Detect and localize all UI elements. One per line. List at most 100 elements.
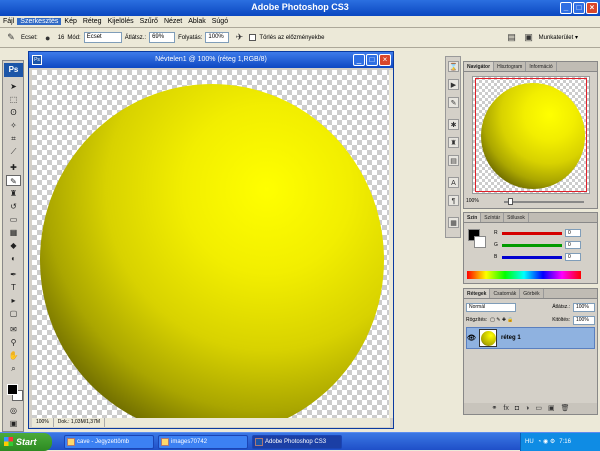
- shape-tool-icon[interactable]: ▢: [6, 308, 21, 319]
- foreground-color-swatch[interactable]: [7, 384, 18, 395]
- eye-icon[interactable]: 👁: [467, 334, 476, 342]
- tab-layers[interactable]: Rétegek: [464, 289, 491, 298]
- navigator-view-box[interactable]: [475, 78, 587, 192]
- tab-histogram[interactable]: Hisztogram: [494, 62, 527, 71]
- document-info[interactable]: Dok.: 1,03M/1,37M: [54, 418, 106, 427]
- task-photoshop[interactable]: Adobe Photoshop CS3: [252, 435, 342, 449]
- move-tool-icon[interactable]: ➤: [6, 81, 21, 92]
- navigator-zoom-slider[interactable]: [504, 201, 584, 203]
- layer-row[interactable]: 👁 réteg 1: [466, 327, 595, 349]
- vertical-scrollbar[interactable]: [389, 70, 393, 418]
- lasso-tool-icon[interactable]: ʘ: [6, 107, 21, 118]
- navigator-zoom[interactable]: 100%: [466, 198, 479, 204]
- marquee-tool-icon[interactable]: ⬚: [6, 94, 21, 105]
- red-slider[interactable]: [502, 231, 562, 235]
- navigator-slider-handle[interactable]: [508, 198, 513, 205]
- brush-tool-icon[interactable]: ✎: [4, 31, 18, 45]
- layer-opacity-field[interactable]: 100%: [573, 302, 595, 312]
- maximize-icon[interactable]: □: [573, 2, 585, 14]
- paragraph-panel-icon[interactable]: ¶: [448, 195, 459, 206]
- flow-field[interactable]: 100%: [205, 32, 230, 43]
- tab-navigator[interactable]: Navigátor: [464, 62, 495, 71]
- new-group-icon[interactable]: ▭: [535, 403, 542, 414]
- clock[interactable]: 7:16: [559, 433, 571, 451]
- magic-wand-icon[interactable]: ✧: [6, 120, 21, 131]
- tab-info[interactable]: Információ: [526, 62, 557, 71]
- start-button[interactable]: Start: [0, 433, 52, 451]
- color-background-swatch[interactable]: [474, 236, 486, 248]
- brushes-panel-icon[interactable]: ✱: [448, 119, 459, 130]
- quick-mask-icon[interactable]: ◎: [6, 405, 21, 416]
- blend-mode-select[interactable]: Normál: [466, 302, 516, 312]
- task-notepad[interactable]: cave - Jegyzettömb: [64, 435, 154, 449]
- tool-presets-icon[interactable]: ✎: [448, 97, 459, 108]
- lock-icons[interactable]: ▢ ✎ ✚ 🔒: [490, 317, 514, 323]
- menu-select[interactable]: Kijelölés: [105, 18, 137, 25]
- green-slider[interactable]: [502, 243, 562, 247]
- tab-swatches[interactable]: Színtár: [481, 213, 505, 222]
- notes-tool-icon[interactable]: ✉: [6, 324, 21, 335]
- slice-tool-icon[interactable]: ⟋: [6, 146, 21, 157]
- airbrush-icon[interactable]: ✈: [232, 31, 246, 45]
- blur-tool-icon[interactable]: ◆: [6, 240, 21, 251]
- type-tool-icon[interactable]: T: [6, 282, 21, 293]
- bridge-icon[interactable]: ▣: [522, 31, 536, 45]
- tab-channels[interactable]: Csatornák: [490, 289, 521, 298]
- menu-window[interactable]: Ablak: [185, 18, 209, 25]
- path-select-icon[interactable]: ▸: [6, 295, 21, 306]
- comps-panel-icon[interactable]: ▤: [448, 155, 459, 166]
- new-layer-icon[interactable]: ▣: [548, 403, 555, 414]
- palette-icon[interactable]: ▤: [505, 31, 519, 45]
- tab-curves[interactable]: Görbék: [520, 289, 544, 298]
- menu-image[interactable]: Kép: [61, 18, 79, 25]
- tab-color[interactable]: Szín: [464, 213, 482, 222]
- language-indicator[interactable]: HU: [525, 433, 534, 451]
- doc-close-icon[interactable]: ×: [379, 54, 391, 66]
- screen-mode-icon[interactable]: ▣: [6, 418, 21, 429]
- red-value[interactable]: 0: [565, 229, 581, 237]
- fill-field[interactable]: 100%: [573, 315, 595, 325]
- menu-filter[interactable]: Szűrő: [137, 18, 161, 25]
- zoom-tool-icon[interactable]: ⌕: [6, 363, 21, 374]
- blue-slider[interactable]: [502, 255, 562, 259]
- menu-layer[interactable]: Réteg: [80, 18, 105, 25]
- adjustment-layer-icon[interactable]: ◑: [525, 403, 529, 414]
- menu-file[interactable]: Fájl: [0, 18, 17, 25]
- menu-view[interactable]: Nézet: [161, 18, 185, 25]
- menu-edit[interactable]: Szerkesztés: [17, 18, 62, 25]
- hand-tool-icon[interactable]: ✋: [6, 350, 21, 361]
- tray-icons[interactable]: ◔ ◉ ⚙: [538, 433, 556, 451]
- task-folder[interactable]: images70742: [158, 435, 248, 449]
- gradient-tool-icon[interactable]: ▦: [6, 227, 21, 238]
- color-spectrum[interactable]: [467, 271, 581, 279]
- opacity-field[interactable]: 69%: [149, 32, 176, 43]
- zoom-readout[interactable]: 100%: [32, 418, 54, 427]
- layer-mask-icon[interactable]: ◘: [515, 403, 519, 414]
- navigator-preview[interactable]: [472, 76, 590, 194]
- eraser-tool-icon[interactable]: ▭: [6, 214, 21, 225]
- minimize-icon[interactable]: _: [560, 2, 572, 14]
- clone-source-icon[interactable]: ♜: [448, 137, 459, 148]
- history-brush-icon[interactable]: ↺: [6, 201, 21, 212]
- eyedropper-icon[interactable]: ⚲: [6, 337, 21, 348]
- brush-preset-icon[interactable]: ●: [41, 31, 55, 45]
- erase-history-checkbox[interactable]: [249, 34, 257, 41]
- doc-maximize-icon[interactable]: □: [366, 54, 378, 66]
- delete-layer-icon[interactable]: 🗑: [561, 403, 570, 414]
- history-panel-icon[interactable]: ⌛: [448, 61, 459, 72]
- green-value[interactable]: 0: [565, 241, 581, 249]
- brush-tool-icon[interactable]: ✎: [6, 175, 21, 186]
- tab-styles[interactable]: Stílusok: [504, 213, 529, 222]
- link-layers-icon[interactable]: ⚭: [492, 403, 498, 414]
- close-icon[interactable]: ×: [586, 2, 598, 14]
- mode-select[interactable]: Ecset: [83, 32, 122, 43]
- menu-help[interactable]: Súgó: [209, 18, 231, 25]
- character-panel-icon[interactable]: A: [448, 177, 459, 188]
- dodge-tool-icon[interactable]: ◐: [6, 253, 21, 264]
- layer-style-icon[interactable]: fx: [503, 403, 508, 414]
- stamp-tool-icon[interactable]: ♜: [6, 188, 21, 199]
- doc-minimize-icon[interactable]: _: [353, 54, 365, 66]
- crop-tool-icon[interactable]: ⌗: [6, 133, 21, 144]
- blue-value[interactable]: 0: [565, 253, 581, 261]
- workspace-select[interactable]: Munkaterület ▾: [539, 34, 578, 41]
